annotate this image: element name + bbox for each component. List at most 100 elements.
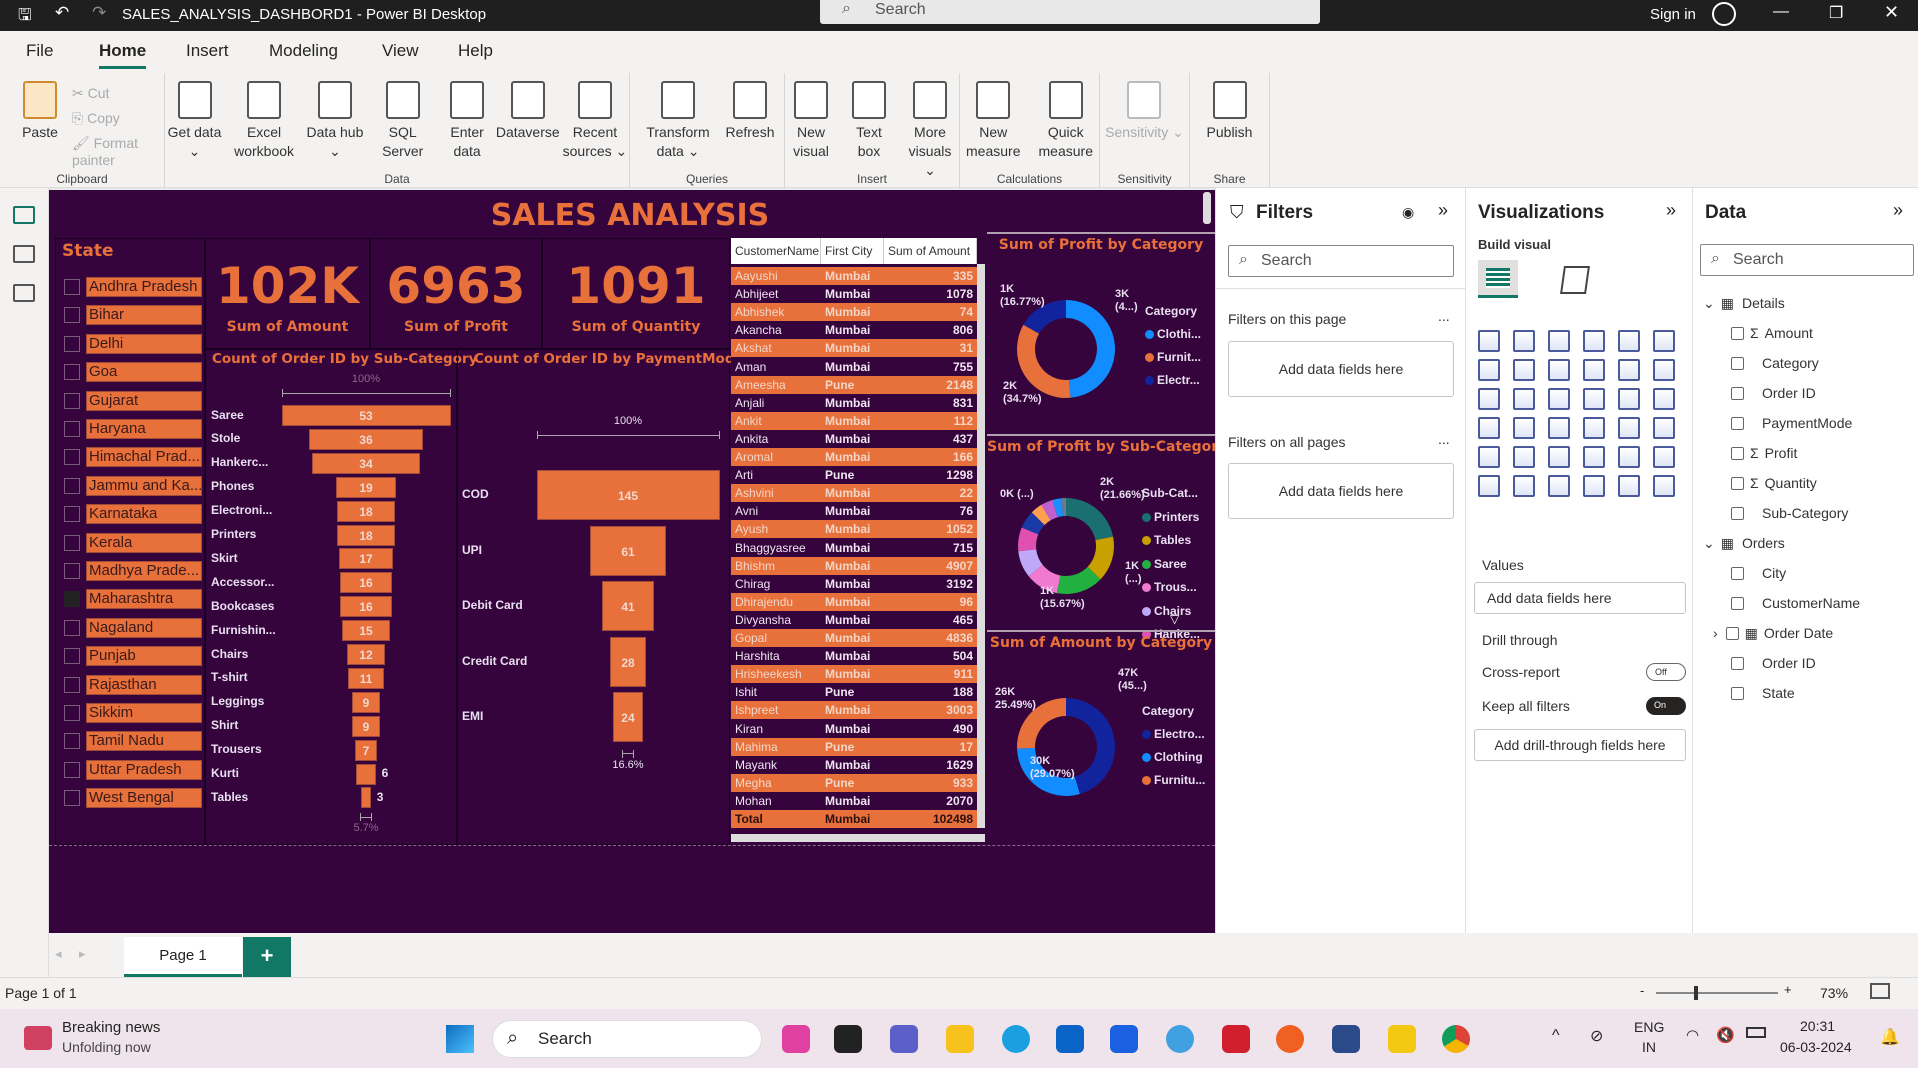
table-scrollbar-vertical[interactable] <box>977 264 985 828</box>
edge-icon[interactable] <box>1002 1025 1030 1053</box>
legend-item[interactable]: Tables <box>1142 533 1191 547</box>
treemap-visual-icon[interactable] <box>1618 388 1640 410</box>
values-well[interactable]: Add data fields here <box>1474 582 1686 614</box>
donut-chart[interactable]: Sum of Profit by Sub-Category Sub-Cat... P… <box>987 434 1227 641</box>
slicer-item-sikkim[interactable]: Sikkim <box>86 703 202 723</box>
collapse-visualizations-icon[interactable]: » <box>1666 200 1676 221</box>
minimize-icon[interactable]: — <box>1773 3 1789 21</box>
table-row[interactable]: Ashvini Mumbai 22 <box>731 484 977 503</box>
tab-file[interactable]: File <box>26 41 53 61</box>
state-checkbox[interactable] <box>64 279 80 295</box>
copy-button[interactable]: ⎘ Copy <box>72 110 120 127</box>
table-row[interactable]: Ishit Pune 188 <box>731 683 977 702</box>
field-checkbox[interactable] <box>1731 657 1744 670</box>
slicer-item-punjab[interactable]: Punjab <box>86 646 202 667</box>
clock-time[interactable]: 20:31 <box>1800 1018 1835 1034</box>
funnel-bar[interactable]: 53 <box>281 405 451 426</box>
collapse-data-icon[interactable]: » <box>1893 200 1903 221</box>
qa-visual-icon[interactable] <box>1478 475 1500 497</box>
windows-start-icon[interactable] <box>446 1025 474 1053</box>
search-input[interactable]: ⌕ Search <box>820 0 1320 24</box>
state-checkbox[interactable] <box>64 761 80 778</box>
column-header[interactable]: Sum of Amount <box>884 238 977 264</box>
table-row[interactable]: Divyansha Mumbai 465 <box>731 610 977 629</box>
state-checkbox[interactable] <box>64 563 80 579</box>
table-row[interactable]: Ameesha Pune 2148 <box>731 375 977 394</box>
more-options-icon[interactable]: ... <box>1438 308 1450 324</box>
table-row[interactable]: Harshita Mumbai 504 <box>731 647 977 666</box>
report-visual-icon[interactable] <box>1618 475 1640 497</box>
matrix-visual-icon[interactable] <box>1513 446 1535 468</box>
gauge-visual-icon[interactable] <box>1513 417 1535 439</box>
table-row[interactable]: Mohan Mumbai 2070 <box>731 791 977 810</box>
stacked-bar-visual-icon[interactable] <box>1478 330 1500 352</box>
more-options-icon[interactable]: ... <box>1438 431 1450 447</box>
table-view-icon[interactable] <box>13 245 35 263</box>
state-checkbox[interactable] <box>64 534 80 551</box>
table-row[interactable]: Avni Mumbai 76 <box>731 502 977 521</box>
tab-view[interactable]: View <box>382 41 419 61</box>
language[interactable]: ENG <box>1634 1019 1664 1035</box>
table-row[interactable]: Chirag Mumbai 3192 <box>731 574 977 593</box>
table-row[interactable]: Bhishm Mumbai 4907 <box>731 556 977 575</box>
pie-visual-icon[interactable] <box>1548 388 1570 410</box>
funnel-bar[interactable] <box>361 787 371 809</box>
field-checkbox[interactable] <box>1731 327 1744 340</box>
slicer-item-uttar-pradesh[interactable]: Uttar Pradesh <box>86 759 202 780</box>
battery-icon[interactable] <box>1746 1027 1766 1038</box>
prev-page-icon[interactable]: ◂ <box>55 946 62 962</box>
slicer-item-tamil-nadu[interactable]: Tamil Nadu <box>86 731 202 752</box>
mcafee-icon[interactable] <box>1222 1025 1250 1053</box>
cut-button[interactable]: ✂ Cut <box>72 85 109 102</box>
r-visual-visual-icon[interactable] <box>1548 446 1570 468</box>
slicer-item-himachal-prad-[interactable]: Himachal Prad... <box>86 447 202 468</box>
stacked-column-visual-icon[interactable] <box>1513 330 1535 352</box>
firefox-icon[interactable] <box>1276 1025 1304 1053</box>
format-painter-button[interactable]: 🖌 Format painter <box>72 135 164 168</box>
legend-scroll-down-icon[interactable]: ▽ <box>1170 612 1179 626</box>
table-row[interactable]: Akancha Mumbai 806 <box>731 321 977 340</box>
slicer-item-rajasthan[interactable]: Rajasthan <box>86 674 202 695</box>
funnel-bar[interactable]: 7 <box>354 739 378 761</box>
table-row[interactable]: Dhirajendu Mumbai 96 <box>731 592 977 611</box>
funnel-bar[interactable]: 16 <box>340 596 392 618</box>
state-checkbox[interactable] <box>64 790 80 807</box>
state-checkbox[interactable] <box>64 477 80 494</box>
donut-chart[interactable]: Sum of Amount by Category Category Electro… <box>987 630 1215 845</box>
table-row[interactable]: Megha Pune 933 <box>731 773 977 792</box>
scatter-visual-icon[interactable] <box>1513 388 1535 410</box>
field-item[interactable]: PaymentMode <box>1731 415 1852 431</box>
state-checkbox[interactable] <box>64 449 80 466</box>
task-view-icon[interactable] <box>834 1025 862 1053</box>
funnel-bar[interactable]: 15 <box>342 620 390 642</box>
slicer-item-goa[interactable]: Goa <box>86 362 202 383</box>
line-column-visual-icon[interactable] <box>1583 359 1605 381</box>
funnel-bar[interactable]: 17 <box>338 548 394 570</box>
subcategory-funnel[interactable]: Count of Order ID by Sub-Category 100% Sa… <box>205 349 477 845</box>
funnel-bar[interactable]: 11 <box>348 667 384 689</box>
close-icon[interactable]: ✕ <box>1884 2 1899 23</box>
state-checkbox[interactable] <box>64 364 80 381</box>
state-checkbox[interactable] <box>64 705 80 721</box>
table-row[interactable]: Kiran Mumbai 490 <box>731 719 977 738</box>
field-checkbox[interactable] <box>1731 477 1744 490</box>
slicer-item-haryana[interactable]: Haryana <box>86 419 202 439</box>
tab-modeling[interactable]: Modeling <box>269 41 338 61</box>
funnel-bar[interactable]: 9 <box>351 691 381 713</box>
wifi-icon[interactable]: ◠ <box>1686 1026 1699 1044</box>
file-explorer-icon[interactable] <box>946 1025 974 1053</box>
legend-item[interactable]: Trous... <box>1142 580 1197 594</box>
funnel-bar[interactable]: 34 <box>311 452 421 474</box>
table-row[interactable]: Ayush Mumbai 1052 <box>731 520 977 539</box>
slicer-item-kerala[interactable]: Kerala <box>86 532 202 553</box>
table-row[interactable]: Ankita Mumbai 437 <box>731 429 977 448</box>
trophy-visual-icon[interactable] <box>1583 475 1605 497</box>
donut-visual-icon[interactable] <box>1583 388 1605 410</box>
avatar[interactable] <box>1712 2 1736 26</box>
funnel-bar[interactable]: 18 <box>337 500 395 522</box>
paginated-visual-icon[interactable] <box>1548 475 1570 497</box>
state-checkbox[interactable] <box>64 676 80 693</box>
funnel-bar[interactable]: 24 <box>612 692 644 742</box>
table-node[interactable]: ⌄ ▦ Details <box>1703 295 1785 312</box>
field-checkbox[interactable] <box>1731 447 1744 460</box>
